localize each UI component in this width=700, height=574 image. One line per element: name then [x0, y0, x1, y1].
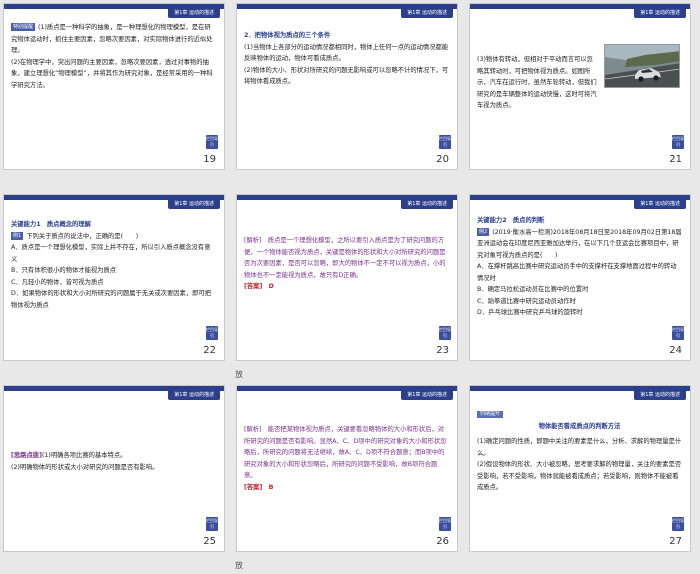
- slide-cell-24[interactable]: 第1章 运动的描述 关键能力2 质点的判断 例2 (2019·衡水高一检测)201…: [466, 191, 699, 382]
- example-tag: 例2: [477, 227, 490, 236]
- back-nav-button[interactable]: 栏目导引: [672, 517, 684, 531]
- chapter-label: 第1章 运动的描述: [401, 8, 453, 18]
- slide-thumbnail[interactable]: 第1章 运动的描述 [思路点拨](1)明确各项比赛的基本特点。 (2)明确物体的…: [3, 385, 225, 552]
- option-a: A．质点是一个理想化模型，实际上并不存在，所以引入质点概念没有意义: [11, 244, 211, 263]
- page-number: 20: [436, 154, 449, 165]
- answer-label: [答案]: [244, 483, 263, 491]
- analysis-text: [解析] 质点是一个理想化模型，之所以要引入质点是为了研究问题的方便，一个物体能…: [244, 237, 446, 279]
- back-nav-button[interactable]: 栏目导引: [206, 326, 218, 340]
- slide-marker: 放: [235, 561, 243, 570]
- page-number: 19: [203, 154, 216, 165]
- option-b: B．确定马拉松运动员在比赛中的位置时: [477, 286, 589, 293]
- slide-content: 特别提醒 (1)质点是一种科学的抽象，是一种理想化的物理模型，是在研究物体运动时，…: [11, 22, 216, 91]
- paragraph: (3)物体有转动，但相对于平动而言可以忽略其转动时，可把物体视为质点。如图所示，…: [477, 56, 597, 109]
- option-a: A．在撑杆跳高比赛中研究运动员手中的支撑杆在支撑地面过程中的转动情况时: [477, 263, 677, 282]
- paragraph: (1)质点是一种科学的抽象，是一种理想化的物理模型，是在研究物体运动时，抓住主要…: [11, 24, 213, 54]
- paragraph: (2)假设物体的形状、大小被忽略，思考要求解的物理量，关注的要素是否受影响，若不…: [477, 461, 682, 491]
- paragraph: (1)明确各项比赛的基本特点。: [41, 452, 127, 459]
- paragraph: (1)当物体上各部分的运动情况都相同时，物体上任何一点的运动情况都能反映物体的运…: [244, 43, 449, 63]
- paragraph: (2)明确物体的形状或大小对研究的问题是否有影响。: [11, 463, 159, 471]
- page-number: 27: [669, 536, 682, 547]
- paragraph: (1)确定问题的性质，即题中关注的要素是什么，分析、求解的物理量是什么。: [477, 438, 682, 457]
- slide-grid: 第1章 运动的描述 特别提醒 (1)质点是一种科学的抽象，是一种理想化的物理模型，…: [0, 0, 700, 574]
- back-nav-button[interactable]: 栏目导引: [439, 135, 451, 149]
- car-photo: [604, 44, 680, 88]
- chapter-label: 第1章 运动的描述: [401, 199, 453, 209]
- section-heading: 关键能力2 质点的判断: [477, 217, 545, 224]
- slide-thumbnail[interactable]: 第1章 运动的描述 特别提醒 (1)质点是一种科学的抽象，是一种理想化的物理模型，…: [3, 3, 225, 170]
- chapter-label: 第1章 运动的描述: [168, 390, 220, 400]
- slide-content: 关键能力1 质点概念的理解 例1 下列关于质点的说法中，正确的是( ) A．质点是…: [11, 219, 216, 311]
- slide-content: 关键能力2 质点的判断 例2 (2019·衡水高一检测)2018年08月18日至2…: [477, 215, 682, 319]
- page-number: 21: [669, 154, 682, 165]
- chapter-label: 第1章 运动的描述: [401, 390, 453, 400]
- slide-thumbnail[interactable]: 第1章 运动的描述 关键能力1 质点概念的理解 例1 下列关于质点的说法中，正确的…: [3, 194, 225, 361]
- back-nav-button[interactable]: 栏目导引: [206, 135, 218, 149]
- option-d: D．如果物体的形状和大小对所研究的问题属于无关或次要因素，即可把物体视为质点: [11, 290, 212, 309]
- chapter-label: 第1章 运动的描述: [168, 8, 220, 18]
- slide-cell-26[interactable]: 第1章 运动的描述 [解析] 能否把某物体视为质点，关键要看忽略物体的大小和形状…: [233, 382, 466, 573]
- slide-thumbnail[interactable]: 第1章 运动的描述 [解析] 能否把某物体视为质点，关键要看忽略物体的大小和形状…: [236, 385, 458, 552]
- slide-content: [解析] 质点是一个理想化模型，之所以要引入质点是为了研究问题的方便，一个物体能…: [244, 235, 449, 293]
- chapter-label: 第1章 运动的描述: [168, 199, 220, 209]
- example-tag: 例1: [11, 231, 24, 240]
- option-c: C．凡轻小的物体，皆可视为质点: [11, 278, 104, 286]
- page-number: 22: [203, 345, 216, 356]
- slide-content: [思路点拨](1)明确各项比赛的基本特点。 (2)明确物体的形状或大小对研究的问…: [11, 450, 216, 473]
- slide-content: [解析] 能否把某物体视为质点，关键要看忽略物体的大小和形状后，对所研究的问题是…: [244, 424, 449, 493]
- back-nav-button[interactable]: 栏目导引: [206, 517, 218, 531]
- paragraph: (2)物体的大小、形状对所研究的问题无影响或可以忽略不计的情况下，可将物体看成质…: [244, 66, 449, 86]
- paragraph: (2)在物理学中，突出问题的主要因素，忽略次要因素，透过对事物的抽象，建立理想化…: [11, 58, 213, 89]
- back-nav-button[interactable]: 栏目导引: [439, 326, 451, 340]
- slide-heading: 物体能否看成质点的判断方法: [538, 422, 621, 430]
- hint-tag: [思路点拨]: [11, 452, 42, 459]
- slide-cell-27[interactable]: 第1章 运动的描述 归纳提升 物体能否看成质点的判断方法 (1)确定问题的性质，…: [466, 382, 699, 573]
- answer-value: D: [268, 283, 274, 290]
- slide-cell-21[interactable]: 第1章 运动的描述 (3)物体有转动，但相对于平动而言可以忽略其转动时，可把物体…: [466, 0, 699, 191]
- slide-marker: 放: [235, 370, 243, 379]
- question-text: 下列关于质点的说法中，正确的是( ): [26, 232, 139, 240]
- slide-thumbnail[interactable]: 第1章 运动的描述 (3)物体有转动，但相对于平动而言可以忽略其转动时，可把物体…: [469, 3, 691, 170]
- back-nav-button[interactable]: 栏目导引: [672, 326, 684, 340]
- page-number: 26: [436, 536, 449, 547]
- chapter-label: 第1章 运动的描述: [634, 8, 686, 18]
- page-number: 25: [203, 536, 216, 547]
- slide-thumbnail[interactable]: 第1章 运动的描述 关键能力2 质点的判断 例2 (2019·衡水高一检测)201…: [469, 194, 691, 361]
- option-b: B．只有体积很小的物体才能视为质点: [11, 267, 117, 274]
- back-nav-button[interactable]: 栏目导引: [439, 517, 451, 531]
- slide-thumbnail[interactable]: 第1章 运动的描述 [解析] 质点是一个理想化模型，之所以要引入质点是为了研究问…: [236, 194, 458, 361]
- page-number: 23: [436, 345, 449, 356]
- slide-thumbnail[interactable]: 第1章 运动的描述 2．把物体视为质点的三个条件 (1)当物体上各部分的运动情况…: [236, 3, 458, 170]
- slide-content: 2．把物体视为质点的三个条件 (1)当物体上各部分的运动情况都相同时，物体上任何…: [244, 30, 449, 88]
- slide-content: (3)物体有转动，但相对于平动而言可以忽略其转动时，可把物体视为质点。如图所示，…: [477, 54, 598, 112]
- section-heading: 关键能力1 质点概念的理解: [11, 221, 91, 228]
- chapter-label: 第1章 运动的描述: [634, 199, 686, 209]
- remark-tag: 特别提醒: [11, 23, 36, 31]
- page-number: 24: [669, 345, 682, 356]
- slide-cell-19[interactable]: 第1章 运动的描述 特别提醒 (1)质点是一种科学的抽象，是一种理想化的物理模型，…: [0, 0, 233, 191]
- option-c: C．跆拳道比赛中研究运动员动作时: [477, 297, 576, 305]
- summary-box-tag: 归纳提升: [477, 411, 504, 418]
- chapter-label: 第1章 运动的描述: [634, 390, 686, 400]
- back-nav-button[interactable]: 栏目导引: [672, 135, 684, 149]
- slide-cell-22[interactable]: 第1章 运动的描述 关键能力1 质点概念的理解 例1 下列关于质点的说法中，正确的…: [0, 191, 233, 382]
- slide-cell-25[interactable]: 第1章 运动的描述 [思路点拨](1)明确各项比赛的基本特点。 (2)明确物体的…: [0, 382, 233, 573]
- slide-cell-23[interactable]: 第1章 运动的描述 [解析] 质点是一个理想化模型，之所以要引入质点是为了研究问…: [233, 191, 466, 382]
- analysis-text: [解析] 能否把某物体视为质点，关键要看忽略物体的大小和形状后，对所研究的问题是…: [244, 426, 447, 479]
- slide-thumbnail[interactable]: 第1章 运动的描述 归纳提升 物体能否看成质点的判断方法 (1)确定问题的性质，…: [469, 385, 691, 552]
- slide-content: 归纳提升 物体能否看成质点的判断方法 (1)确定问题的性质，即题中关注的要素是什…: [477, 408, 682, 494]
- question-text: (2019·衡水高一检测)2018年08月18日至2018年09月02日第18届…: [477, 228, 682, 259]
- slide-heading: 2．把物体视为质点的三个条件: [244, 32, 331, 39]
- option-d: D．乒乓球比赛中研究乒乓球的旋转时: [477, 309, 583, 316]
- answer-value: B: [268, 483, 274, 491]
- answer-label: [答案]: [244, 283, 263, 290]
- slide-cell-20[interactable]: 第1章 运动的描述 2．把物体视为质点的三个条件 (1)当物体上各部分的运动情况…: [233, 0, 466, 191]
